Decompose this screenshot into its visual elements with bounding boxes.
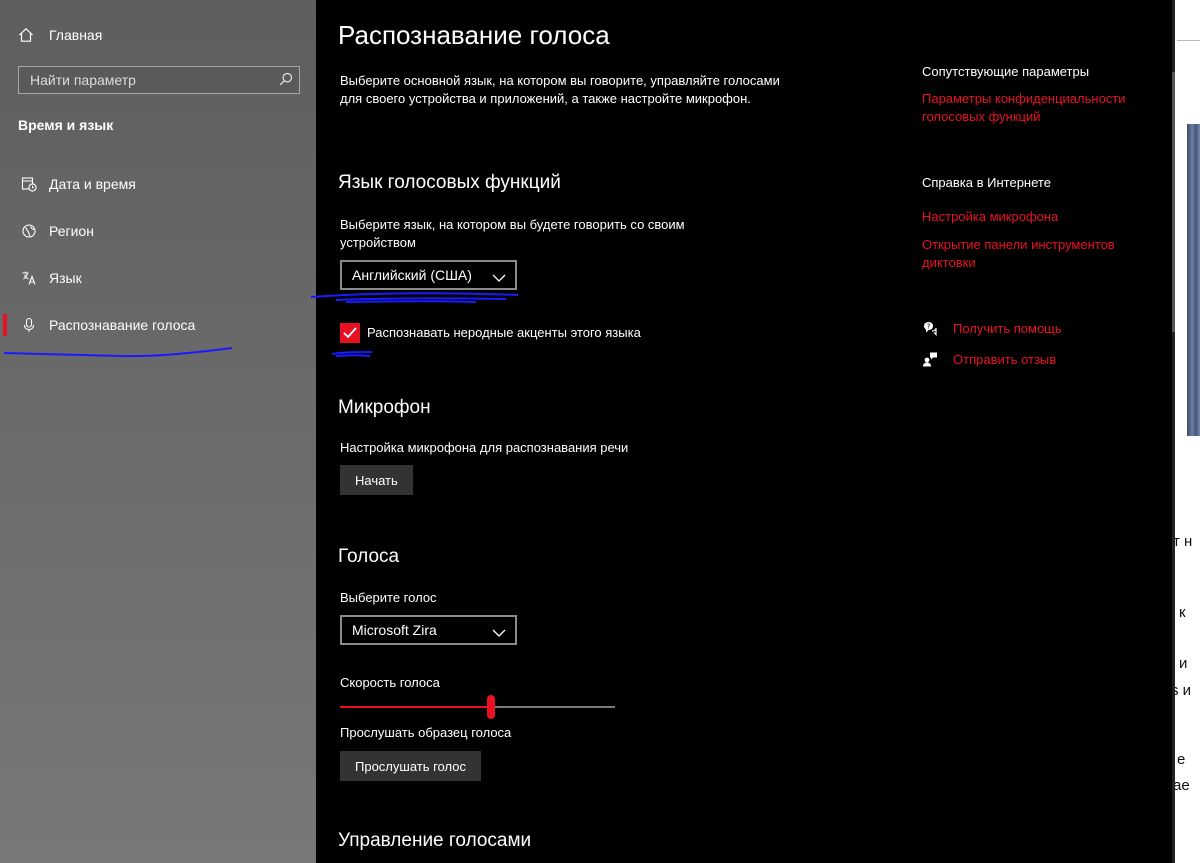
annotation-scribble xyxy=(310,292,519,303)
help-chat-icon: ? xyxy=(922,320,940,336)
voice-speed-label: Скорость голоса xyxy=(340,675,440,690)
background-text: е xyxy=(1177,751,1186,768)
dictation-toolbar-link[interactable]: Открытие панели инструментов диктовки xyxy=(922,236,1162,272)
web-help-title: Справка в Интернете xyxy=(922,175,1051,190)
annotation-scribble xyxy=(3,347,233,358)
sidebar: Главная Время и язык Дата и время Регион… xyxy=(0,0,316,863)
voice-speed-slider-fill xyxy=(340,706,492,708)
manage-voices-heading: Управление голосами xyxy=(338,830,532,851)
voice-speed-slider[interactable] xyxy=(340,695,615,719)
feedback-icon xyxy=(922,351,940,367)
accent-checkbox[interactable] xyxy=(340,323,360,343)
background-text: и xyxy=(1179,655,1188,672)
sidebar-home-label: Главная xyxy=(49,27,103,43)
accent-checkbox-label[interactable]: Распознавать неродные акценты этого язык… xyxy=(367,325,641,340)
background-text: т н xyxy=(1175,533,1193,550)
background-divider xyxy=(1177,40,1200,41)
sidebar-item-label: Язык xyxy=(49,270,82,286)
sidebar-item-label: Регион xyxy=(49,223,94,239)
checkmark-icon xyxy=(343,327,357,339)
get-help-label: Получить помощь xyxy=(953,320,1062,336)
chevron-down-icon xyxy=(492,270,506,286)
background-window: т н к и s и е ае xyxy=(1175,0,1200,863)
page-description: Выберите основной язык, на котором вы го… xyxy=(340,73,780,106)
sidebar-item-label: Распознавание голоса xyxy=(49,317,196,333)
voices-heading: Голоса xyxy=(338,546,400,567)
page-title: Распознавание голоса xyxy=(338,20,610,50)
search-box[interactable] xyxy=(18,66,300,94)
voice-dropdown[interactable]: Microsoft Zira xyxy=(340,615,517,645)
privacy-settings-link[interactable]: Параметры конфиденциальности голосовых ф… xyxy=(922,90,1162,126)
send-feedback-link[interactable]: Отправить отзыв xyxy=(922,350,1056,368)
microphone-start-button[interactable]: Начать xyxy=(340,465,413,495)
speech-language-heading: Язык голосовых функций xyxy=(338,172,561,193)
send-feedback-label: Отправить отзыв xyxy=(953,351,1057,367)
sidebar-section-title: Время и язык xyxy=(18,117,114,133)
sidebar-item-date-time[interactable]: Дата и время xyxy=(18,173,136,195)
home-icon xyxy=(18,27,40,43)
speech-language-dropdown[interactable]: Английский (США) xyxy=(340,260,517,290)
listen-voice-button[interactable]: Прослушать голос xyxy=(340,751,481,781)
background-text: к xyxy=(1179,604,1186,621)
microphone-icon xyxy=(18,317,40,333)
globe-icon xyxy=(18,223,40,239)
selected-indicator xyxy=(3,314,7,336)
chevron-down-icon xyxy=(492,625,506,641)
sidebar-item-label: Дата и время xyxy=(49,176,136,192)
voice-sample-label: Прослушать образец голоса xyxy=(340,725,512,740)
get-help-link[interactable]: ? Получить помощь xyxy=(922,319,1062,337)
main-content: Распознавание голоса Выберите основной я… xyxy=(310,0,1172,863)
speech-language-value: Английский (США) xyxy=(352,267,472,283)
search-icon[interactable] xyxy=(279,72,293,91)
sidebar-item-speech[interactable]: Распознавание голоса xyxy=(18,314,195,336)
sidebar-item-region[interactable]: Регион xyxy=(18,220,94,242)
annotation-scribble xyxy=(331,351,373,357)
speech-language-label: Выберите язык, на котором вы будете гово… xyxy=(340,217,685,250)
clock-calendar-icon xyxy=(18,176,40,192)
microphone-label: Настройка микрофона для распознавания ре… xyxy=(340,440,629,455)
voice-select-label: Выберите голос xyxy=(340,590,437,605)
related-settings-title: Сопутствующие параметры xyxy=(922,64,1090,79)
microphone-heading: Микрофон xyxy=(338,397,431,418)
voice-value: Microsoft Zira xyxy=(352,622,437,638)
microphone-setup-link[interactable]: Настройка микрофона xyxy=(922,208,1162,226)
svg-text:?: ? xyxy=(927,322,931,330)
voice-speed-slider-thumb[interactable] xyxy=(487,695,496,719)
language-icon xyxy=(18,270,40,286)
background-text: ае xyxy=(1175,777,1190,794)
background-image xyxy=(1187,124,1200,436)
search-input[interactable] xyxy=(19,67,280,93)
sidebar-home[interactable]: Главная xyxy=(18,24,102,46)
background-text: s и xyxy=(1175,682,1192,699)
sidebar-item-language[interactable]: Язык xyxy=(18,267,82,289)
